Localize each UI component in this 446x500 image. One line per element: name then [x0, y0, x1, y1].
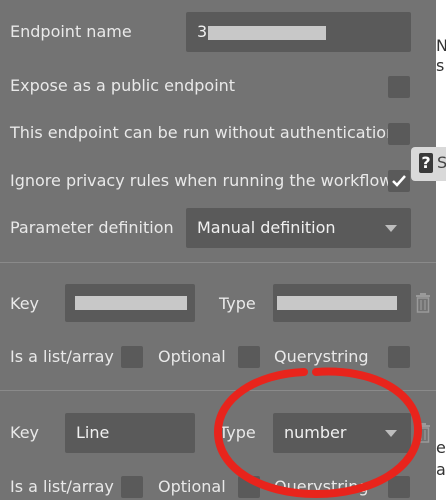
- querystring-checkbox[interactable]: [388, 476, 410, 498]
- param-key-label: Key: [10, 294, 40, 313]
- ignore-privacy-checkbox[interactable]: [388, 170, 410, 192]
- ignore-privacy-label: Ignore privacy rules when running the wo…: [10, 171, 393, 190]
- chevron-down-icon: [385, 430, 397, 437]
- querystring-checkbox[interactable]: [388, 346, 410, 368]
- optional-checkbox[interactable]: [238, 346, 260, 368]
- param-key-input[interactable]: [65, 284, 195, 322]
- optional-label: Optional: [158, 347, 226, 366]
- list-array-checkbox[interactable]: [121, 476, 143, 498]
- clipped-text: N: [436, 36, 446, 55]
- parameter-definition-value: Manual definition: [197, 218, 336, 237]
- expose-public-checkbox[interactable]: [388, 76, 410, 98]
- querystring-label: Querystring: [274, 477, 369, 496]
- section-divider: [0, 262, 436, 263]
- section-divider: [0, 390, 436, 391]
- parameter-definition-dropdown[interactable]: Manual definition: [186, 208, 411, 248]
- param-type-dropdown[interactable]: number: [273, 413, 411, 453]
- optional-checkbox[interactable]: [238, 476, 260, 498]
- help-badge-text: S: [437, 153, 446, 172]
- endpoint-name-value: 3: [197, 22, 208, 41]
- querystring-label: Querystring: [274, 347, 369, 366]
- help-icon: ?: [419, 153, 433, 173]
- help-badge[interactable]: ? S: [411, 147, 446, 181]
- parameter-definition-label: Parameter definition: [10, 218, 174, 237]
- redacted-text: [208, 26, 326, 40]
- trash-icon[interactable]: [414, 292, 432, 314]
- adjacent-pane-edge: N s e a: [436, 0, 446, 500]
- param-key-label: Key: [10, 423, 40, 442]
- optional-label: Optional: [158, 477, 226, 496]
- param-type-value: number: [284, 423, 347, 442]
- param-type-dropdown[interactable]: [273, 284, 411, 322]
- expose-public-label: Expose as a public endpoint: [10, 76, 236, 95]
- trash-icon[interactable]: [414, 422, 432, 444]
- endpoint-name-label: Endpoint name: [10, 22, 132, 41]
- endpoint-name-input[interactable]: 3: [186, 12, 411, 52]
- endpoint-settings-panel: Endpoint name 3 Expose as a public endpo…: [0, 0, 436, 500]
- list-array-label: Is a list/array: [10, 477, 114, 496]
- param-type-label: Type: [219, 294, 256, 313]
- clipped-text: s: [436, 56, 445, 75]
- list-array-label: Is a list/array: [10, 347, 114, 366]
- clipped-text: e: [436, 438, 446, 457]
- no-auth-checkbox[interactable]: [388, 123, 410, 145]
- list-array-checkbox[interactable]: [121, 346, 143, 368]
- param-type-label: Type: [219, 423, 256, 442]
- redacted-text: [75, 296, 187, 310]
- chevron-down-icon: [385, 225, 397, 232]
- param-key-input[interactable]: Line: [65, 413, 195, 453]
- clipped-text: a: [436, 460, 446, 479]
- redacted-text: [277, 296, 397, 310]
- no-auth-label: This endpoint can be run without authent…: [10, 123, 397, 142]
- check-icon: [392, 175, 406, 187]
- param-key-value: Line: [76, 423, 110, 442]
